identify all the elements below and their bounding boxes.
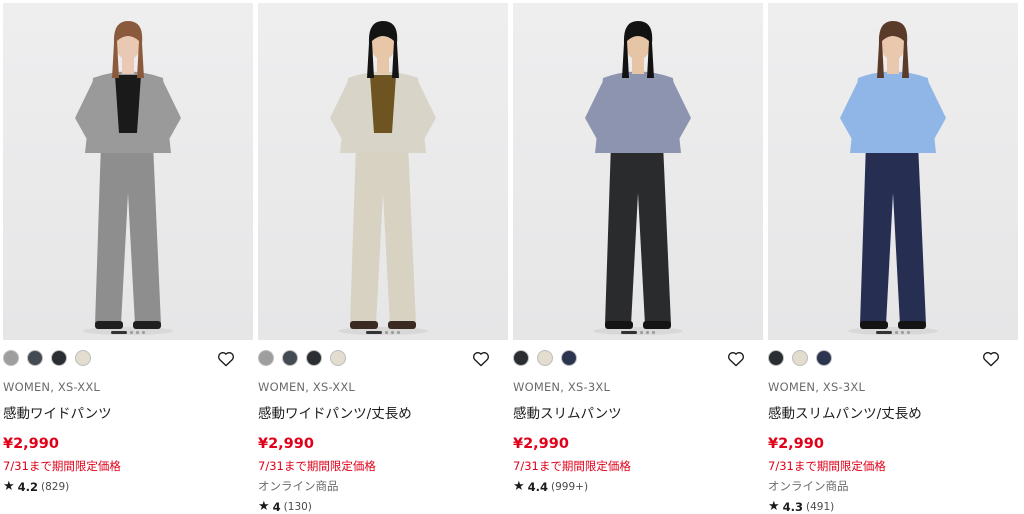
carousel-dot[interactable] (136, 331, 139, 334)
product-meta: WOMEN, XS-XXL (3, 380, 101, 394)
image-carousel-indicator[interactable] (621, 331, 655, 334)
model-illustration (840, 21, 946, 335)
limited-price-label: 7/31まで期間限定価格 (258, 459, 376, 473)
color-swatches (768, 340, 1018, 376)
product-image[interactable] (3, 3, 253, 340)
color-swatches (3, 340, 253, 376)
carousel-dot-active[interactable] (621, 331, 637, 334)
rating-score: 4 (272, 499, 281, 514)
color-swatch[interactable] (27, 350, 43, 366)
heart-outline-icon[interactable] (217, 350, 235, 367)
product-meta: WOMEN, XS-3XL (513, 380, 611, 394)
color-swatch[interactable] (561, 350, 577, 366)
color-swatch[interactable] (513, 350, 529, 366)
product-name[interactable]: 感動スリムパンツ/丈長め (768, 402, 1018, 422)
color-swatches (258, 340, 508, 376)
carousel-dot[interactable] (142, 331, 145, 334)
limited-price-label: 7/31まで期間限定価格 (768, 459, 886, 473)
review-count: (829) (41, 480, 70, 493)
color-swatch[interactable] (816, 350, 832, 366)
carousel-dot[interactable] (895, 331, 898, 334)
carousel-dot[interactable] (385, 331, 388, 334)
rating-score: 4.3 (782, 499, 804, 514)
color-swatch[interactable] (3, 350, 19, 366)
carousel-dot[interactable] (640, 331, 643, 334)
product-card[interactable]: WOMEN, XS-XXL 感動ワイドパンツ/丈長め ¥2,990 7/31まで… (258, 3, 508, 514)
product-price: ¥2,990 (768, 436, 824, 452)
color-swatches (513, 340, 763, 376)
product-meta: WOMEN, XS-XXL (258, 380, 356, 394)
product-image[interactable] (513, 3, 763, 340)
carousel-dot-active[interactable] (366, 331, 382, 334)
image-carousel-indicator[interactable] (366, 331, 400, 334)
heart-outline-icon[interactable] (727, 350, 745, 367)
product-grid: WOMEN, XS-XXL 感動ワイドパンツ ¥2,990 7/31まで期間限定… (3, 3, 1018, 514)
review-count: (999+) (551, 480, 589, 493)
product-price: ¥2,990 (258, 436, 314, 452)
product-meta: WOMEN, XS-3XL (768, 380, 866, 394)
product-rating: ★ 4.2 (829) (3, 479, 253, 494)
color-swatch[interactable] (792, 350, 808, 366)
carousel-dot[interactable] (652, 331, 655, 334)
color-swatch[interactable] (282, 350, 298, 366)
review-count: (491) (806, 500, 835, 513)
product-rating: ★ 4 (130) (258, 499, 508, 514)
limited-price-label: 7/31まで期間限定価格 (3, 459, 121, 473)
carousel-dot-active[interactable] (111, 331, 127, 334)
product-price: ¥2,990 (3, 436, 59, 452)
star-icon: ★ (258, 499, 270, 514)
product-card[interactable]: WOMEN, XS-3XL 感動スリムパンツ/丈長め ¥2,990 7/31まで… (768, 3, 1018, 514)
online-only-label: オンライン商品 (258, 479, 339, 493)
star-icon: ★ (768, 499, 780, 514)
star-icon: ★ (3, 479, 15, 494)
color-swatch[interactable] (537, 350, 553, 366)
image-carousel-indicator[interactable] (876, 331, 910, 334)
model-illustration (75, 21, 181, 335)
carousel-dot[interactable] (901, 331, 904, 334)
rating-score: 4.2 (17, 479, 39, 494)
product-image[interactable] (768, 3, 1018, 340)
carousel-dot[interactable] (907, 331, 910, 334)
color-swatch[interactable] (258, 350, 274, 366)
star-icon: ★ (513, 479, 525, 494)
color-swatch[interactable] (768, 350, 784, 366)
color-swatch[interactable] (75, 350, 91, 366)
product-price: ¥2,990 (513, 436, 569, 452)
product-card[interactable]: WOMEN, XS-XXL 感動ワイドパンツ ¥2,990 7/31まで期間限定… (3, 3, 253, 514)
product-image[interactable] (258, 3, 508, 340)
color-swatch[interactable] (51, 350, 67, 366)
image-carousel-indicator[interactable] (111, 331, 145, 334)
color-swatch[interactable] (306, 350, 322, 366)
carousel-dot-active[interactable] (876, 331, 892, 334)
product-name[interactable]: 感動ワイドパンツ/丈長め (258, 402, 508, 422)
limited-price-label: 7/31まで期間限定価格 (513, 459, 631, 473)
review-count: (130) (283, 500, 312, 513)
carousel-dot[interactable] (646, 331, 649, 334)
heart-outline-icon[interactable] (472, 350, 490, 367)
model-illustration (330, 21, 436, 335)
model-illustration (585, 21, 691, 335)
product-name[interactable]: 感動スリムパンツ (513, 402, 763, 422)
carousel-dot[interactable] (130, 331, 133, 334)
carousel-dot[interactable] (397, 331, 400, 334)
color-swatch[interactable] (330, 350, 346, 366)
online-only-label: オンライン商品 (768, 479, 849, 493)
product-card[interactable]: WOMEN, XS-3XL 感動スリムパンツ ¥2,990 7/31まで期間限定… (513, 3, 763, 514)
product-name[interactable]: 感動ワイドパンツ (3, 402, 253, 422)
product-rating: ★ 4.3 (491) (768, 499, 1018, 514)
heart-outline-icon[interactable] (982, 350, 1000, 367)
rating-score: 4.4 (527, 479, 549, 494)
carousel-dot[interactable] (391, 331, 394, 334)
product-rating: ★ 4.4 (999+) (513, 479, 763, 494)
